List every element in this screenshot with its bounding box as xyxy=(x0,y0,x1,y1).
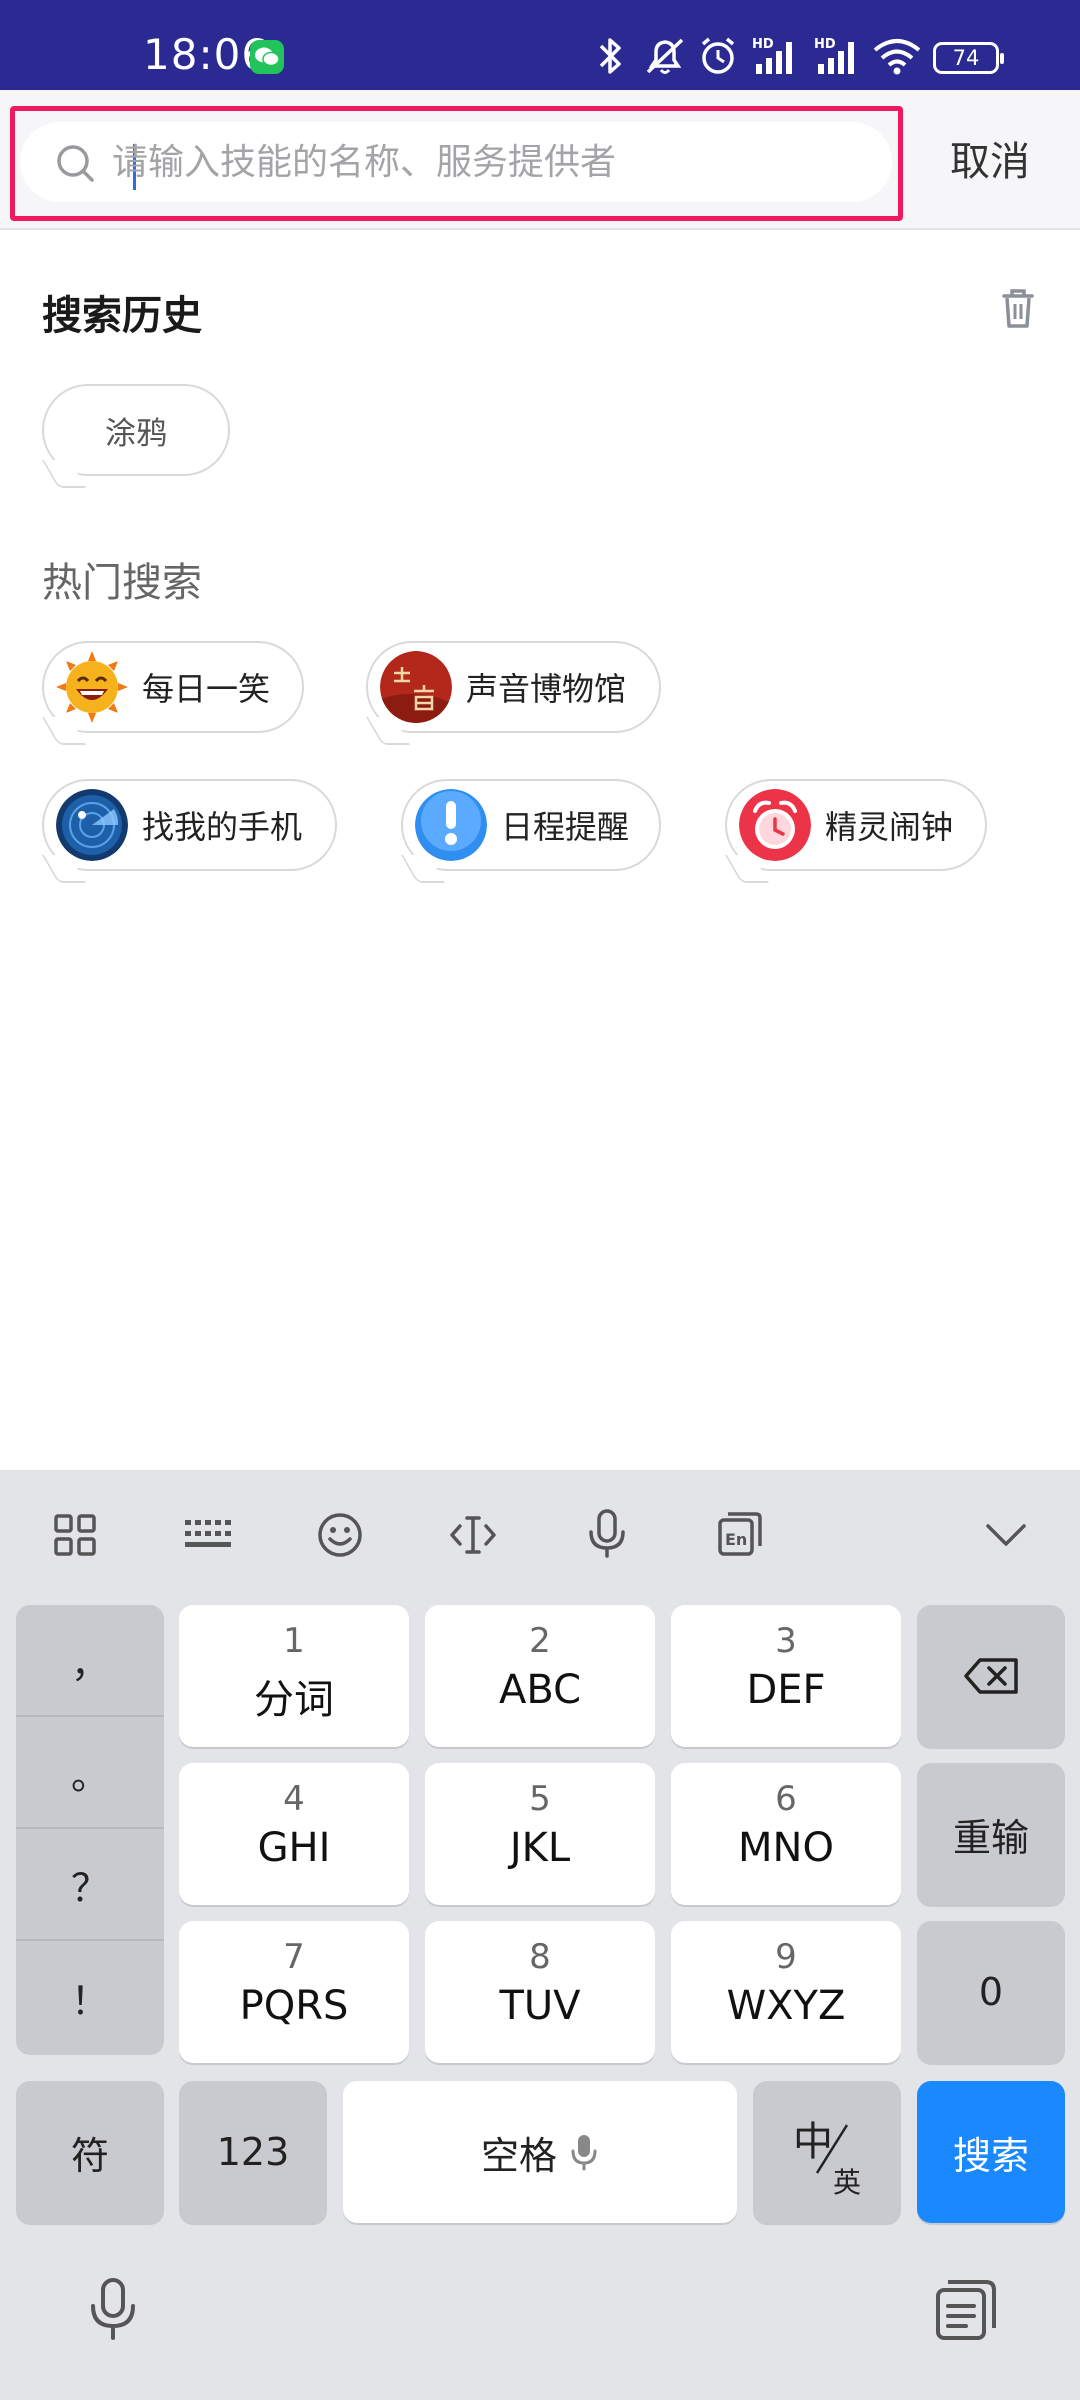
svg-text:HD: HD xyxy=(752,37,774,52)
key-letters: 分词 xyxy=(254,1677,334,1723)
signal-hd-icon: HD xyxy=(750,34,802,82)
reinput-key[interactable]: 重输 xyxy=(917,1763,1065,1905)
punct-key-period[interactable]: 。 xyxy=(16,1717,164,1829)
voice-input-icon[interactable] xyxy=(86,2276,140,2346)
hot-item-label: 精灵闹钟 xyxy=(825,808,954,846)
bluetooth-icon xyxy=(595,34,625,82)
key-number: 9 xyxy=(775,1937,797,1977)
radar-icon xyxy=(56,789,128,861)
punct-key-exclaim[interactable]: ！ xyxy=(16,1941,164,2053)
hot-item-label: 每日一笑 xyxy=(142,670,271,708)
search-header: 取消 xyxy=(0,90,1080,230)
hot-item-schedule-reminder[interactable]: 日程提醒 xyxy=(401,779,661,871)
number-mode-key[interactable]: 123 xyxy=(179,2081,327,2223)
language-switch-key[interactable]: 中 英 xyxy=(753,2081,901,2223)
history-title: 搜索历史 xyxy=(42,293,202,339)
slash-divider xyxy=(815,2124,849,2174)
key-1[interactable]: 1 分词 xyxy=(179,1605,409,1747)
space-key[interactable]: 空格 xyxy=(343,2081,737,2223)
key-3[interactable]: 3 DEF xyxy=(671,1605,901,1747)
wechat-icon xyxy=(250,40,284,74)
key-letters: MNO xyxy=(738,1825,834,1871)
symbols-key[interactable]: 符 xyxy=(16,2081,164,2223)
reinput-label: 重输 xyxy=(952,1815,1029,1860)
punct-key-question[interactable]: ？ xyxy=(16,1829,164,1941)
status-bar: 18:06 HD HD 74 xyxy=(0,0,1080,90)
grid-icon[interactable] xyxy=(52,1512,98,1562)
trash-icon[interactable] xyxy=(998,286,1038,334)
keyboard-icon[interactable] xyxy=(183,1514,233,1558)
translate-icon[interactable]: En xyxy=(716,1510,764,1564)
key-number: 2 xyxy=(529,1621,551,1661)
key-letters: PQRS xyxy=(239,1983,349,2029)
svg-text:HD: HD xyxy=(814,37,836,52)
search-icon xyxy=(54,142,98,190)
hot-item-label: 日程提醒 xyxy=(501,808,630,846)
key-number: 8 xyxy=(529,1937,551,1977)
key-number: 7 xyxy=(283,1937,305,1977)
backspace-key[interactable] xyxy=(917,1605,1065,1747)
wifi-icon xyxy=(872,34,922,82)
history-chip-label: 涂鸦 xyxy=(105,415,167,452)
key-letters: TUV xyxy=(499,1983,581,2029)
hot-item-daily-joke[interactable]: 每日一笑 xyxy=(42,641,304,733)
zero-label: 0 xyxy=(978,1970,1004,2014)
collapse-icon[interactable] xyxy=(982,1514,1030,1558)
hot-search-title: 热门搜索 xyxy=(42,560,202,606)
key-0[interactable]: 0 xyxy=(917,1921,1065,2063)
key-6[interactable]: 6 MNO xyxy=(671,1763,901,1905)
search-box[interactable] xyxy=(20,122,892,202)
key-letters: DEF xyxy=(746,1667,826,1713)
punct-key-comma[interactable]: ， xyxy=(16,1605,164,1717)
mic-icon[interactable] xyxy=(583,1508,631,1564)
hot-item-alarm-clock[interactable]: 精灵闹钟 xyxy=(725,779,987,871)
battery-icon: 74 xyxy=(933,42,1004,74)
key-letters: JKL xyxy=(509,1825,571,1871)
number-mode-label: 123 xyxy=(216,2130,290,2174)
laughing-sun-icon xyxy=(56,651,128,723)
emoji-icon[interactable] xyxy=(316,1511,364,1563)
mute-icon xyxy=(642,34,688,82)
space-label: 空格 xyxy=(480,2133,557,2178)
key-number: 6 xyxy=(775,1779,797,1819)
alarm-icon xyxy=(697,34,739,82)
search-key-label: 搜索 xyxy=(952,2133,1029,2178)
key-7[interactable]: 7 PQRS xyxy=(179,1921,409,2063)
search-input[interactable] xyxy=(112,132,872,192)
cancel-button[interactable]: 取消 xyxy=(920,130,1060,194)
hot-item-sound-museum[interactable]: 声音博物馆 xyxy=(366,641,661,733)
key-5[interactable]: 5 JKL xyxy=(425,1763,655,1905)
battery-level: 74 xyxy=(952,46,980,70)
signal-hd-icon: HD xyxy=(812,34,864,82)
key-2[interactable]: 2 ABC xyxy=(425,1605,655,1747)
key-letters: GHI xyxy=(257,1825,331,1871)
history-chip[interactable]: 涂鸦 xyxy=(42,384,230,476)
key-letters: WXYZ xyxy=(726,1983,846,2029)
exclamation-icon xyxy=(415,789,487,861)
hot-item-find-phone[interactable]: 找我的手机 xyxy=(42,779,337,871)
punctuation-column: ， 。 ？ ！ xyxy=(16,1605,164,2055)
clipboard-icon[interactable] xyxy=(934,2278,998,2346)
sound-museum-icon xyxy=(380,651,452,723)
hot-item-label: 找我的手机 xyxy=(142,808,303,846)
mic-small-icon xyxy=(569,2133,599,2171)
cursor-icon[interactable] xyxy=(448,1510,498,1564)
key-4[interactable]: 4 GHI xyxy=(179,1763,409,1905)
key-8[interactable]: 8 TUV xyxy=(425,1921,655,2063)
key-9[interactable]: 9 WXYZ xyxy=(671,1921,901,2063)
svg-text:En: En xyxy=(725,1530,747,1549)
key-letters: ABC xyxy=(498,1667,582,1713)
symbols-label: 符 xyxy=(70,2133,109,2178)
search-key[interactable]: 搜索 xyxy=(917,2081,1065,2223)
key-number: 3 xyxy=(775,1621,797,1661)
alarm-clock-icon xyxy=(739,789,811,861)
hot-item-label: 声音博物馆 xyxy=(466,670,627,708)
key-number: 4 xyxy=(283,1779,305,1819)
backspace-icon xyxy=(917,1605,1065,1747)
key-number: 5 xyxy=(529,1779,551,1819)
key-number: 1 xyxy=(283,1621,305,1661)
